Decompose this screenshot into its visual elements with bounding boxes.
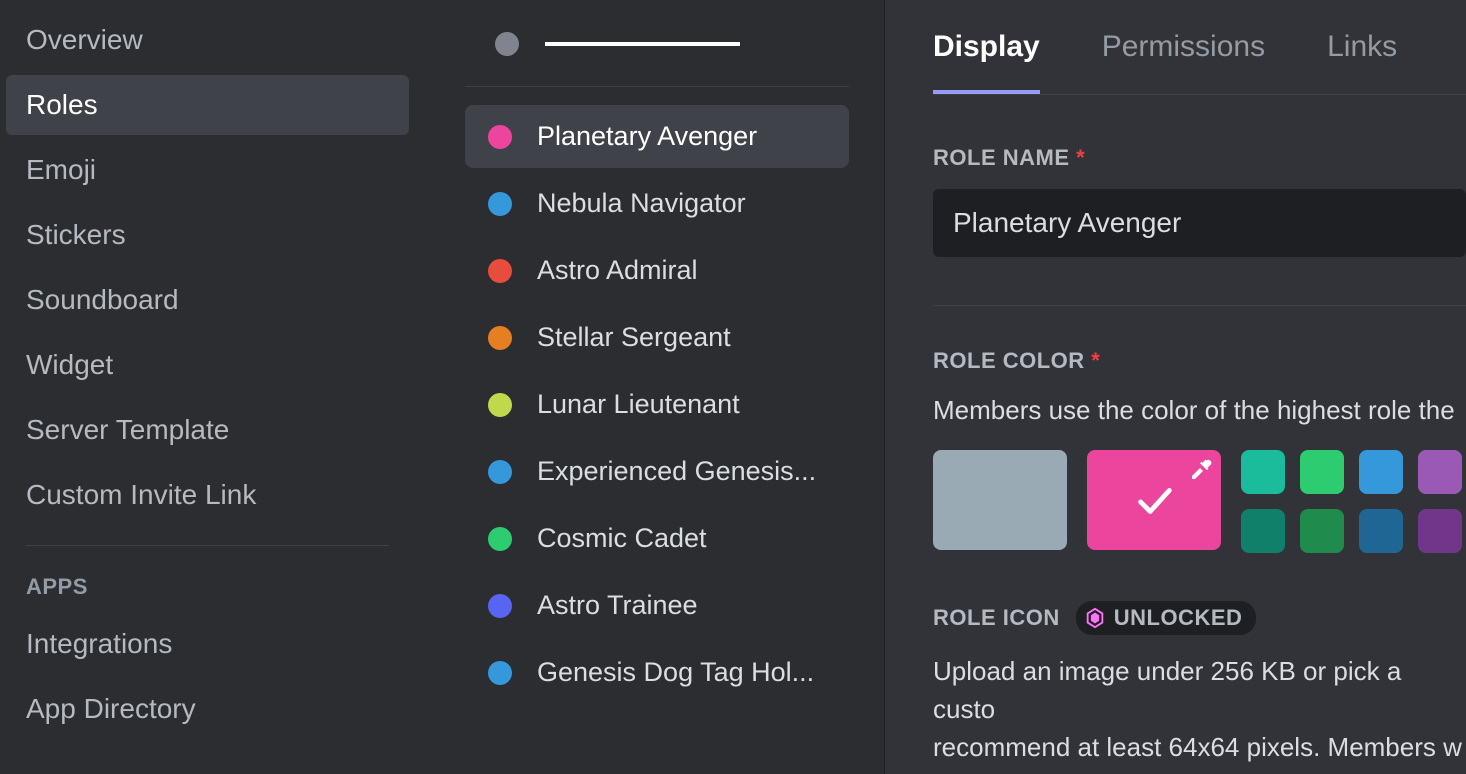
role-color-dot xyxy=(488,594,512,618)
unlocked-badge: UNLOCKED xyxy=(1076,601,1257,635)
sidebar-item-widget[interactable]: Widget xyxy=(6,335,409,395)
search-role-dot xyxy=(495,32,519,56)
role-item-label: Cosmic Cadet xyxy=(537,523,707,554)
role-item[interactable]: Nebula Navigator xyxy=(465,172,849,235)
role-item-label: Astro Trainee xyxy=(537,590,698,621)
sidebar-item-soundboard[interactable]: Soundboard xyxy=(6,270,409,330)
role-name-label: ROLE NAME * xyxy=(933,145,1466,171)
required-asterisk: * xyxy=(1091,348,1100,373)
color-swatch[interactable] xyxy=(1418,450,1462,494)
sidebar-divider xyxy=(26,545,389,546)
role-color-dot xyxy=(488,527,512,551)
role-color-dot xyxy=(488,259,512,283)
role-color-label: ROLE COLOR * xyxy=(933,348,1466,374)
tab-permissions[interactable]: Permissions xyxy=(1102,30,1265,94)
section-divider xyxy=(933,305,1466,306)
unlocked-text: UNLOCKED xyxy=(1114,605,1243,631)
role-item[interactable]: Experienced Genesis... xyxy=(465,440,849,503)
role-edit-content: Display Permissions Links ROLE NAME * RO… xyxy=(885,0,1466,774)
role-item[interactable]: Genesis Dog Tag Hol... xyxy=(465,641,849,704)
sidebar-item-stickers[interactable]: Stickers xyxy=(6,205,409,265)
tab-links[interactable]: Links xyxy=(1327,30,1397,94)
role-item-label: Experienced Genesis... xyxy=(537,456,816,487)
role-item-label: Planetary Avenger xyxy=(537,121,757,152)
role-color-dot xyxy=(488,393,512,417)
role-item-label: Nebula Navigator xyxy=(537,188,746,219)
color-swatch[interactable] xyxy=(1418,509,1462,553)
roles-list-column: Planetary Avenger Nebula Navigator Astro A… xyxy=(415,0,885,774)
role-item[interactable]: Stellar Sergeant xyxy=(465,306,849,369)
role-item[interactable]: Astro Trainee xyxy=(465,574,849,637)
sidebar-item-integrations[interactable]: Integrations xyxy=(6,614,409,674)
role-item-label: Astro Admiral xyxy=(537,255,698,286)
role-tabs: Display Permissions Links xyxy=(933,30,1466,94)
apps-header: APPS xyxy=(6,564,409,614)
sidebar-item-app-directory[interactable]: App Directory xyxy=(6,679,409,739)
sidebar-item-custom-invite-link[interactable]: Custom Invite Link xyxy=(6,465,409,525)
required-asterisk: * xyxy=(1076,145,1085,170)
role-icon-description: Upload an image under 256 KB or pick a c… xyxy=(933,653,1466,766)
role-item[interactable]: Lunar Lieutenant xyxy=(465,373,849,436)
role-color-dot xyxy=(488,460,512,484)
role-icon-section: ROLE ICON UNLOCKED xyxy=(933,601,1466,635)
boost-icon xyxy=(1084,607,1106,629)
eyedropper-icon xyxy=(1189,458,1213,482)
color-swatch[interactable] xyxy=(1359,450,1403,494)
role-item-label: Lunar Lieutenant xyxy=(537,389,740,420)
role-color-dot xyxy=(488,661,512,685)
color-swatch[interactable] xyxy=(1241,509,1285,553)
color-selected-swatch[interactable] xyxy=(1087,450,1221,550)
color-picker xyxy=(933,450,1466,553)
sidebar-item-server-template[interactable]: Server Template xyxy=(6,400,409,460)
color-swatch[interactable] xyxy=(1359,509,1403,553)
checkmark-icon xyxy=(1131,477,1177,523)
settings-sidebar: Overview Roles Emoji Stickers Soundboard… xyxy=(0,0,415,774)
sidebar-item-roles[interactable]: Roles xyxy=(6,75,409,135)
search-line xyxy=(545,42,740,46)
color-grid xyxy=(1241,450,1462,553)
color-swatch[interactable] xyxy=(1241,450,1285,494)
role-search-row[interactable] xyxy=(465,10,849,87)
role-color-dot xyxy=(488,125,512,149)
sidebar-item-overview[interactable]: Overview xyxy=(6,10,409,70)
role-item-label: Genesis Dog Tag Hol... xyxy=(537,657,814,688)
role-color-dot xyxy=(488,192,512,216)
role-item-label: Stellar Sergeant xyxy=(537,322,731,353)
role-item[interactable]: Planetary Avenger xyxy=(465,105,849,168)
sidebar-item-emoji[interactable]: Emoji xyxy=(6,140,409,200)
role-item[interactable]: Astro Admiral xyxy=(465,239,849,302)
role-name-input[interactable] xyxy=(933,189,1466,257)
color-swatch[interactable] xyxy=(1300,509,1344,553)
role-item[interactable]: Cosmic Cadet xyxy=(465,507,849,570)
tab-display[interactable]: Display xyxy=(933,30,1040,94)
color-swatch[interactable] xyxy=(1300,450,1344,494)
color-default-swatch[interactable] xyxy=(933,450,1067,550)
role-icon-label: ROLE ICON xyxy=(933,605,1060,631)
tabs-divider xyxy=(933,94,1466,95)
role-color-help: Members use the color of the highest rol… xyxy=(933,392,1466,428)
role-color-dot xyxy=(488,326,512,350)
